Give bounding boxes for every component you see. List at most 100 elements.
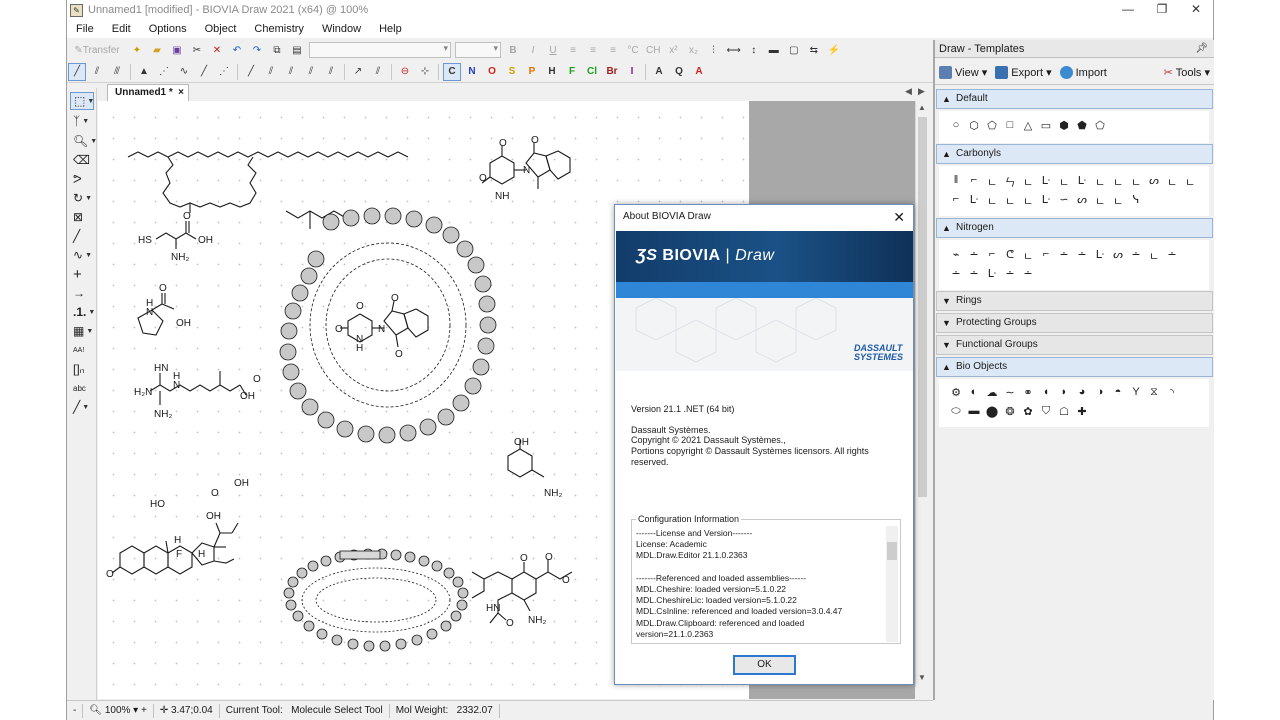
hash-bond-icon[interactable]: ⋰	[155, 63, 173, 81]
template-shape[interactable]: ᕦ	[1001, 248, 1019, 264]
bracket-tool-icon[interactable]: []ₙ	[70, 360, 94, 378]
template-shape[interactable]: ⬢	[1055, 119, 1073, 132]
template-shape[interactable]: ㄣ	[1001, 174, 1019, 190]
template-shape[interactable]: ∸	[947, 267, 965, 280]
align-right-icon[interactable]: ≡	[604, 41, 622, 59]
bold-icon[interactable]: B	[504, 41, 522, 59]
menu-chemistry[interactable]: Chemistry	[245, 23, 313, 35]
align-center-icon[interactable]: ≡	[584, 41, 602, 59]
transfer-button[interactable]: ✎ Transfer	[68, 41, 126, 59]
template-shape[interactable]: ⌁	[947, 248, 965, 264]
menu-edit[interactable]: Edit	[103, 23, 140, 35]
template-shape[interactable]: ㄴ	[1181, 174, 1199, 190]
template-shape[interactable]: □	[1001, 119, 1019, 132]
template-shape[interactable]: ᒷ	[983, 267, 1001, 280]
template-shape[interactable]: ⬡	[965, 119, 983, 132]
template-shape[interactable]: ⌐	[947, 193, 965, 209]
zigzag-bond-icon[interactable]: ⫽	[369, 63, 387, 81]
atom-c-button[interactable]: C	[443, 62, 461, 81]
template-shape[interactable]: ㄴ	[1163, 174, 1181, 190]
bond-type-4-icon[interactable]: ⫽	[302, 63, 320, 81]
template-shape[interactable]: ㄴ	[1019, 193, 1037, 209]
ch-icon[interactable]: CH	[644, 41, 662, 59]
atom-p-button[interactable]: P	[523, 63, 541, 81]
double-bond-icon[interactable]: ⫽	[88, 63, 106, 81]
template-shape[interactable]: ⛉	[1037, 405, 1055, 418]
template-shape[interactable]: ㄴ	[1019, 174, 1037, 190]
template-shape[interactable]: ㄴ	[1091, 193, 1109, 209]
line-style-icon[interactable]: ▬	[765, 41, 783, 59]
menu-window[interactable]: Window	[313, 23, 370, 35]
save-icon[interactable]: ▣	[168, 41, 186, 59]
template-shape[interactable]: ㄴ	[1127, 174, 1145, 190]
template-shape[interactable]: ∸	[1163, 248, 1181, 264]
template-shape[interactable]: ☖	[1055, 405, 1073, 418]
grid-tool-icon[interactable]: ▦ ▼	[70, 322, 94, 340]
stereo-icon[interactable]: ⊖	[396, 63, 414, 81]
bond-tool-icon[interactable]: ╱	[70, 227, 94, 245]
height-icon[interactable]: ↕	[745, 41, 763, 59]
config-text[interactable]: -------License and Version------- Licens…	[636, 528, 886, 640]
template-shape[interactable]: ❂	[1001, 405, 1019, 418]
plus-tool-icon[interactable]: +	[70, 265, 94, 283]
template-shape[interactable]: ◖	[1037, 386, 1055, 399]
template-shape[interactable]: ᒷ	[965, 193, 983, 209]
group-functional-groups[interactable]: ▼ Functional Groups	[936, 335, 1213, 355]
radical-icon[interactable]: ⊹	[416, 63, 434, 81]
template-shape[interactable]: ∸	[965, 267, 983, 280]
group-rings[interactable]: ▼ Rings	[936, 291, 1213, 311]
template-shape[interactable]: ⧖	[1145, 386, 1163, 399]
template-shape[interactable]: ⌐	[965, 174, 983, 190]
atom-h-button[interactable]: H	[543, 63, 561, 81]
template-shape[interactable]: ᔕ	[1145, 174, 1163, 190]
export-button[interactable]: Export ▾	[991, 66, 1055, 79]
template-shape[interactable]: ㄴ	[983, 193, 1001, 209]
menu-file[interactable]: File	[67, 23, 103, 35]
flip-icon[interactable]: ⫶	[704, 41, 722, 59]
paste-icon[interactable]: ▤	[288, 41, 306, 59]
template-shape[interactable]: ㄴ	[1055, 174, 1073, 190]
clean-structure-icon[interactable]: ⚡	[825, 41, 843, 59]
template-shape[interactable]: ∸	[1001, 267, 1019, 280]
template-shape[interactable]: ǁ	[947, 174, 965, 190]
template-shape[interactable]: ◓	[1109, 386, 1127, 399]
abc-tool-icon[interactable]: AA!	[70, 341, 94, 359]
document-tab-close-icon[interactable]: ×	[178, 85, 184, 101]
template-shape[interactable]: ㄴ	[1109, 193, 1127, 209]
redo-icon[interactable]: ↷	[248, 41, 266, 59]
template-shape[interactable]: Y	[1127, 386, 1145, 399]
single-bond-icon[interactable]: ╱	[68, 62, 86, 81]
template-shape[interactable]: ✚	[1073, 405, 1091, 418]
bold-bond-icon[interactable]: ╱	[195, 63, 213, 81]
template-shape[interactable]: ⌐	[983, 248, 1001, 264]
chain-tool-icon[interactable]: ᛉ ▼	[70, 112, 94, 130]
template-shape[interactable]: ◕	[1073, 386, 1091, 399]
template-shape[interactable]: ∸	[1019, 267, 1037, 280]
zoom-out-button[interactable]: -	[67, 703, 84, 718]
minimize-button[interactable]: —	[1111, 0, 1145, 20]
arrow-tool-icon[interactable]: →	[70, 284, 94, 302]
rotate-tool-icon[interactable]: ↻ ▼	[70, 189, 94, 207]
atom-f-button[interactable]: F	[563, 63, 581, 81]
template-shape[interactable]: ㄴ	[1019, 248, 1037, 264]
scroll-down-icon[interactable]: ▼	[918, 673, 926, 682]
superscript-icon[interactable]: x²	[664, 41, 682, 59]
template-shape[interactable]: ⬠	[983, 119, 1001, 132]
color-text-icon[interactable]: A	[690, 63, 708, 81]
underline-icon[interactable]: U	[544, 41, 562, 59]
template-shape[interactable]: ✿	[1019, 405, 1037, 418]
config-scroll-thumb[interactable]	[887, 542, 897, 560]
template-shape[interactable]: ∸	[1055, 248, 1073, 264]
bond-type-5-icon[interactable]: ⫽	[322, 63, 340, 81]
pin-icon[interactable]: 📌︎	[1195, 40, 1208, 58]
atom-cl-button[interactable]: Cl	[583, 63, 601, 81]
group-protecting-groups[interactable]: ▼ Protecting Groups	[936, 313, 1213, 333]
italic-icon[interactable]: I	[524, 41, 542, 59]
template-shape[interactable]: ◑	[1091, 386, 1109, 399]
template-shape[interactable]: ⬠	[1091, 119, 1109, 132]
wedge-bond-icon[interactable]: ▲	[135, 63, 153, 81]
template-shape[interactable]: ⌐	[1037, 248, 1055, 264]
group-default[interactable]: ▲ Default	[936, 89, 1213, 109]
eraser-tool-icon[interactable]: ⌫	[70, 151, 94, 169]
template-shape[interactable]: ᒷ	[1073, 174, 1091, 190]
